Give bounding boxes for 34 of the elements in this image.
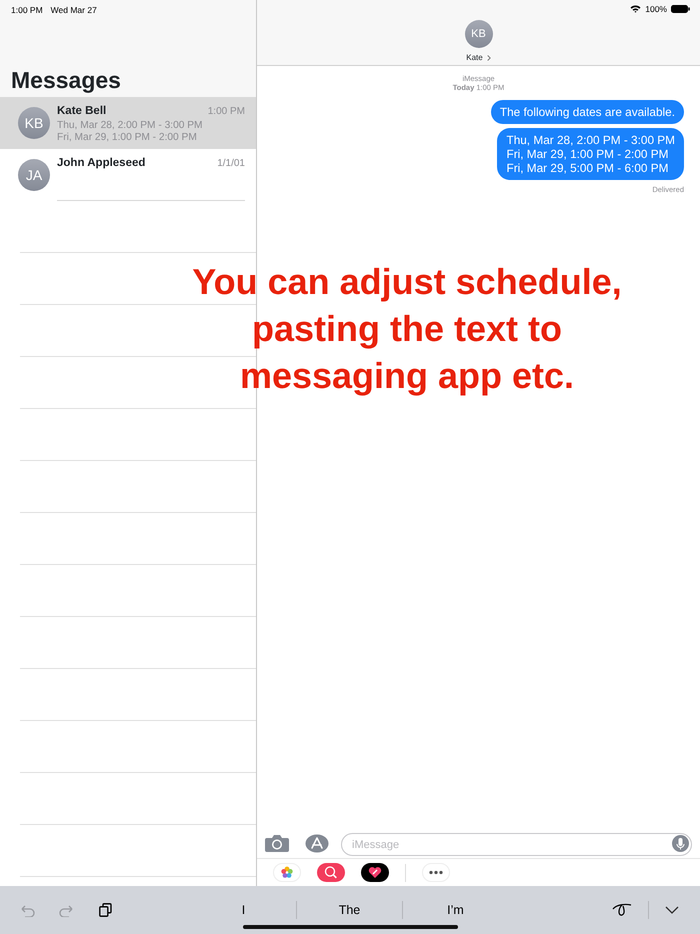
suggestion-button[interactable]: I’m [403, 900, 508, 920]
battery-icon [671, 5, 690, 14]
message-preview: Fri, Mar 29, 1:00 PM - 2:00 PM [57, 132, 198, 144]
contact-name[interactable]: Kate [466, 52, 483, 64]
battery-percentage: 100% [645, 3, 667, 16]
contact-avatar: JA [18, 159, 50, 191]
status-time: 1:00 PM [11, 4, 43, 17]
message-time: 1/1/01 [217, 157, 245, 171]
conversation-row[interactable]: KB Kate Bell 1:00 PM Thu, Mar 28, 2:00 PM - 3:00 PM Fri, Mar 29, 1:00 PM - 2:00 PM [0, 97, 256, 149]
search-app-icon[interactable] [317, 863, 345, 882]
messages-title: Messages [11, 69, 122, 92]
contact-name: Kate Bell [57, 104, 106, 119]
status-date: Wed Mar 27 [50, 4, 97, 17]
more-icon[interactable] [422, 863, 450, 882]
suggestion-button[interactable]: The [297, 900, 402, 920]
wifi-icon [630, 5, 642, 14]
message-preview: Thu, Mar 28, 2:00 PM - 3:00 PM [57, 120, 204, 132]
message-bubble: The following dates are available. [490, 100, 684, 124]
contact-avatar: KB [18, 107, 50, 139]
promo-caption: You can adjust schedule, pasting the text to messaging app etc. [191, 260, 623, 398]
suggestion-button[interactable]: I [191, 900, 296, 920]
chevron-right-icon[interactable] [486, 55, 491, 61]
chevron-down-icon[interactable] [665, 906, 679, 914]
message-field[interactable]: iMessage [341, 833, 692, 856]
photos-app-icon[interactable] [273, 863, 301, 882]
paste-icon[interactable] [99, 903, 112, 917]
camera-icon[interactable] [265, 834, 289, 852]
message-bubble: Thu, Mar 28, 2:00 PM - 3:00 PM Fri, Mar 29, 1:00 PM - 2:00 PM Fri, Mar 29, 5:00 PM - 6:00 PM [497, 128, 684, 180]
message-time: 1:00 PM [208, 105, 245, 119]
handwriting-icon[interactable] [612, 903, 632, 917]
heart-app-icon[interactable] [361, 863, 389, 882]
microphone-icon[interactable] [672, 834, 689, 852]
contact-name: John Appleseed [57, 156, 146, 171]
app-store-icon[interactable] [305, 834, 329, 852]
